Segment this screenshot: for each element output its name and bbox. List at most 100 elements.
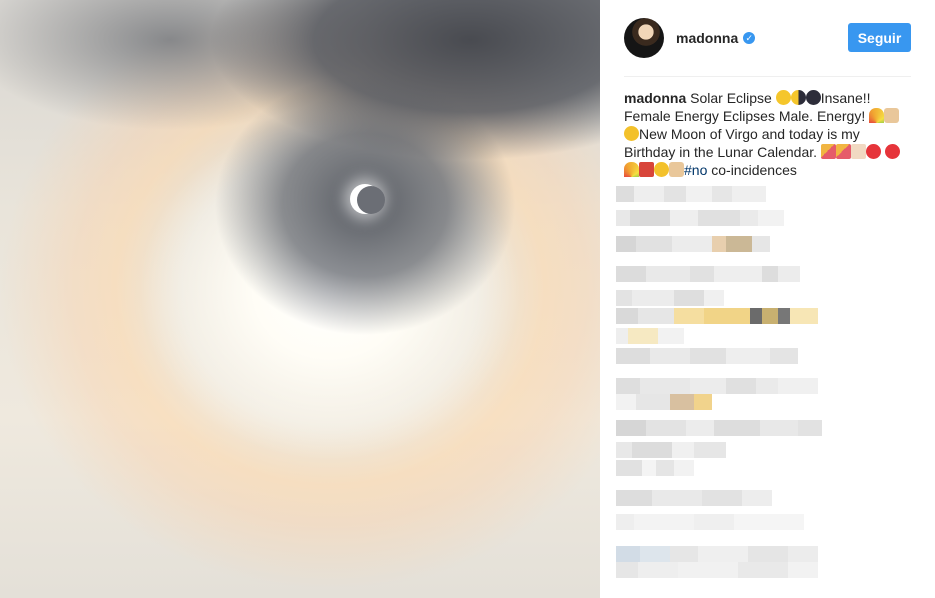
pixelated-comment-block: [670, 210, 698, 226]
pixelated-comment-block: [616, 308, 638, 324]
pixelated-comment-block: [752, 236, 770, 252]
hundred-points-icon: [639, 162, 654, 177]
pixelated-comment-block: [798, 420, 822, 436]
pixelated-comment-block: [788, 546, 818, 562]
verified-badge-icon: ✓: [743, 32, 756, 44]
pixelated-comment-block: [702, 490, 742, 506]
pixelated-comment-block: [690, 348, 726, 364]
avatar[interactable]: [624, 18, 664, 58]
comment-row: [616, 290, 724, 306]
pixelated-comment-block: [674, 290, 704, 306]
pixelated-comment-block: [616, 490, 652, 506]
pixelated-comment-block: [616, 348, 650, 364]
pixelated-comment-block: [790, 308, 818, 324]
pixelated-comment-block: [640, 378, 690, 394]
pixelated-comment-block: [674, 308, 704, 324]
pixelated-comment-block: [788, 562, 818, 578]
pixelated-comment-block: [756, 378, 778, 394]
pixelated-comment-block: [740, 210, 758, 226]
rainbow-icon: [869, 108, 885, 123]
comment-row: [616, 348, 798, 364]
comment-row: [616, 442, 726, 458]
hashtag-link[interactable]: #no: [684, 162, 707, 178]
crescent-moon-icon: [775, 90, 791, 105]
laughing-face-icon: [624, 126, 639, 141]
pixelated-comment-block: [738, 562, 788, 578]
pixelated-comment-block: [714, 420, 760, 436]
pixelated-comment-block: [758, 210, 784, 226]
pixelated-comment-block: [616, 266, 646, 282]
pixelated-comment-block: [714, 266, 762, 282]
pixelated-comment-block: [726, 348, 770, 364]
pixelated-comment-block: [704, 290, 724, 306]
follow-button[interactable]: Seguir: [848, 23, 911, 52]
pixelated-comment-block: [642, 460, 656, 476]
comment-row: [616, 266, 800, 282]
laughing-face-icon: [654, 162, 669, 177]
pixelated-comment-block: [616, 236, 636, 252]
pixelated-comment-block: [646, 266, 690, 282]
pixelated-comment-block: [732, 186, 766, 202]
comment-row: [616, 460, 694, 476]
pixelated-comment-block: [726, 236, 752, 252]
comment-row: [616, 420, 822, 436]
post-caption: madonna Solar Eclipse Insane!! Female En…: [624, 89, 911, 179]
pixelated-comment-block: [638, 562, 678, 578]
pixelated-comment-block: [646, 420, 686, 436]
pixelated-comment-block: [616, 442, 632, 458]
pixelated-comment-block: [678, 562, 738, 578]
post-photo[interactable]: [0, 0, 600, 598]
pixelated-comment-block: [686, 186, 712, 202]
pixelated-comment-block: [760, 420, 798, 436]
pixelated-comment-block: [640, 546, 670, 562]
caption-text-3: Female Energy Eclipses Male. Energy!: [624, 108, 870, 124]
party-popper-icon: [820, 144, 836, 159]
pixelated-comment-block: [778, 308, 790, 324]
pixelated-comment-block: [652, 490, 702, 506]
pixelated-comment-block: [670, 394, 694, 410]
pixelated-comment-block: [616, 546, 640, 562]
pixelated-comment-block: [632, 442, 672, 458]
pixelated-comment-block: [770, 348, 798, 364]
praying-hands-icon: [669, 162, 684, 177]
pixelated-comment-block: [762, 266, 778, 282]
pixelated-comment-block: [778, 378, 818, 394]
pixelated-comment-block: [616, 460, 642, 476]
comment-row: [616, 546, 818, 562]
pixelated-comment-block: [616, 210, 630, 226]
pixelated-comment-block: [658, 328, 684, 344]
pixelated-comment-block: [674, 460, 694, 476]
pixelated-comment-block: [616, 378, 640, 394]
pixelated-comment-block: [664, 186, 686, 202]
pixelated-comment-block: [704, 308, 750, 324]
caption-username[interactable]: madonna: [624, 90, 686, 106]
post-side-panel: madonna ✓ Seguir madonna Solar Eclipse I…: [600, 0, 935, 598]
post-username[interactable]: madonna: [676, 30, 738, 46]
post-header: madonna ✓ Seguir: [624, 16, 911, 60]
pixelated-comment-block: [748, 546, 788, 562]
pixelated-comment-block: [636, 394, 670, 410]
comment-row: [616, 490, 772, 506]
comment-row: [616, 186, 766, 202]
pixelated-comment-block: [726, 378, 756, 394]
pixelated-comment-block: [630, 210, 670, 226]
pixelated-comment-block: [616, 562, 638, 578]
pixelated-comment-block: [762, 308, 778, 324]
comment-row: [616, 514, 804, 530]
comment-row: [616, 378, 818, 394]
comment-row: [616, 328, 684, 344]
pixelated-comment-block: [686, 420, 714, 436]
pixelated-comment-block: [634, 514, 694, 530]
pixelated-comment-block: [634, 186, 664, 202]
header-divider: [624, 76, 911, 77]
comment-row: [616, 210, 784, 226]
pixelated-comment-block: [672, 236, 712, 252]
pixelated-comment-block: [616, 328, 628, 344]
rainbow-icon: [624, 162, 639, 177]
caption-text-2: Insane!!: [820, 90, 871, 106]
caption-text-5: Birthday in the Lunar Calendar.: [624, 144, 821, 160]
pixelated-comment-block: [672, 442, 694, 458]
eclipse-moon: [357, 186, 385, 214]
birthday-cake-icon: [850, 144, 866, 159]
caption-text-6: co-incidences: [707, 162, 797, 178]
